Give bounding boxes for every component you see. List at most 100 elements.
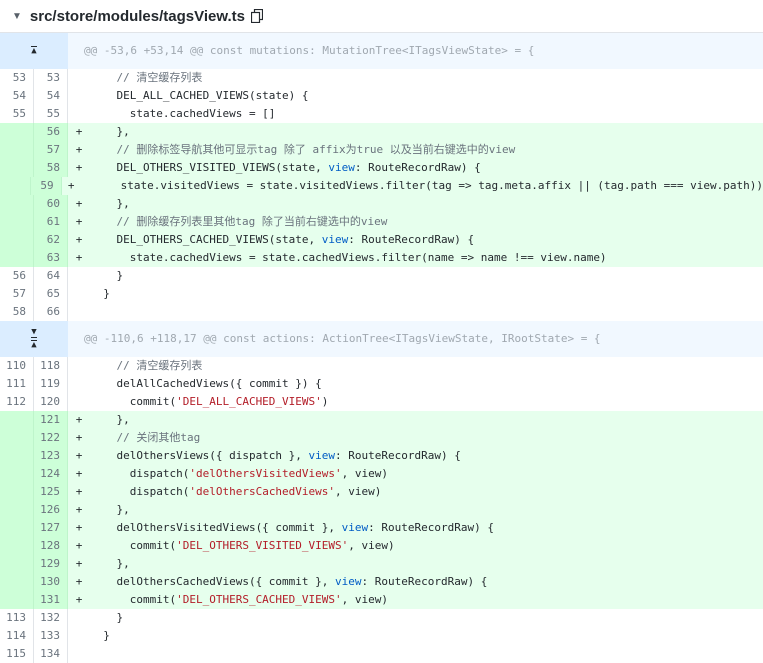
new-line-number[interactable]: 122 [34, 429, 68, 447]
code-token: // 关闭其他tag [116, 431, 201, 444]
old-line-number[interactable] [0, 231, 34, 249]
code-token: : RouteRecordRaw) { [348, 233, 475, 246]
old-line-number[interactable] [0, 249, 34, 267]
code-line: state.cachedViews = [] [90, 105, 763, 123]
new-line-number[interactable]: 124 [34, 465, 68, 483]
old-line-number[interactable]: 111 [0, 375, 34, 393]
new-line-number[interactable]: 56 [34, 123, 68, 141]
old-line-number[interactable]: 55 [0, 105, 34, 123]
caret-down-icon[interactable]: ▼ [12, 11, 22, 22]
code-line: dispatch('delOthersVisitedViews', view) [90, 465, 763, 483]
old-line-number[interactable]: 114 [0, 627, 34, 645]
old-line-number[interactable] [0, 465, 34, 483]
old-line-number[interactable] [0, 537, 34, 555]
old-line-number[interactable]: 113 [0, 609, 34, 627]
new-line-number[interactable]: 134 [34, 645, 68, 663]
new-line-number[interactable]: 128 [34, 537, 68, 555]
old-line-number[interactable] [0, 573, 34, 591]
code-token: state.cachedViews = state.cachedViews.fi… [90, 251, 607, 264]
code-token: , view) [335, 485, 382, 498]
code-token: delOthersVisitedViews({ commit }, [90, 521, 342, 534]
new-line-number[interactable]: 129 [34, 555, 68, 573]
added-line: 129 + }, [0, 555, 763, 573]
code-token: // 删除标签导航其他可显示tag 除了 affix为true 以及当前右键选中… [116, 143, 516, 156]
copy-icon[interactable] [251, 9, 263, 23]
new-line-number[interactable]: 61 [34, 213, 68, 231]
old-line-number[interactable]: 57 [0, 285, 34, 303]
new-line-number[interactable]: 119 [34, 375, 68, 393]
new-line-number[interactable]: 126 [34, 501, 68, 519]
new-line-number[interactable]: 123 [34, 447, 68, 465]
old-line-number[interactable] [0, 555, 34, 573]
old-line-number[interactable] [0, 447, 34, 465]
new-line-number[interactable]: 133 [34, 627, 68, 645]
old-line-number[interactable] [0, 123, 34, 141]
new-line-number[interactable]: 54 [34, 87, 68, 105]
new-line-number[interactable]: 127 [34, 519, 68, 537]
code-token: view [328, 161, 355, 174]
code-line: DEL_OTHERS_VISITED_VIEWS(state, view: Ro… [90, 159, 763, 177]
old-line-number[interactable] [0, 429, 34, 447]
old-line-number[interactable] [0, 195, 34, 213]
old-line-number[interactable]: 112 [0, 393, 34, 411]
new-line-number[interactable]: 118 [34, 357, 68, 375]
new-line-number[interactable]: 53 [34, 69, 68, 87]
old-line-number[interactable] [0, 483, 34, 501]
expand-down-icon[interactable]: ▼ [31, 328, 37, 338]
code-line: state.cachedViews = state.cachedViews.fi… [90, 249, 763, 267]
diff-marker: + [68, 411, 90, 429]
old-line-number[interactable] [0, 159, 34, 177]
diff-marker: + [68, 213, 90, 231]
diff-marker: + [68, 465, 90, 483]
code-token: : RouteRecordRaw) { [368, 521, 495, 534]
new-line-number[interactable]: 120 [34, 393, 68, 411]
new-line-number[interactable]: 58 [34, 159, 68, 177]
code-token: : RouteRecordRaw) { [335, 449, 461, 462]
old-line-number[interactable] [0, 501, 34, 519]
old-line-number[interactable]: 58 [0, 303, 34, 321]
code-token: }, [90, 557, 130, 570]
new-line-number[interactable]: 132 [34, 609, 68, 627]
code-token: // 清空缓存列表 [116, 359, 203, 372]
new-line-number[interactable]: 55 [34, 105, 68, 123]
old-line-number[interactable]: 53 [0, 69, 34, 87]
old-line-number[interactable] [0, 141, 34, 159]
old-line-number[interactable]: 110 [0, 357, 34, 375]
diff-marker: + [68, 123, 90, 141]
old-line-number[interactable] [0, 519, 34, 537]
new-line-number[interactable]: 130 [34, 573, 68, 591]
new-line-number[interactable]: 121 [34, 411, 68, 429]
new-line-number[interactable]: 62 [34, 231, 68, 249]
old-line-number[interactable]: 56 [0, 267, 34, 285]
new-line-number[interactable]: 65 [34, 285, 68, 303]
old-line-number[interactable] [0, 177, 31, 195]
old-line-number[interactable]: 54 [0, 87, 34, 105]
added-line: 57 + // 删除标签导航其他可显示tag 除了 affix为true 以及当前… [0, 141, 763, 159]
expand-up-icon[interactable]: ▲ [31, 340, 37, 350]
code-line: state.visitedViews = state.visitedViews.… [80, 177, 763, 195]
file-header: ▼ src/store/modules/tagsView.ts [0, 0, 763, 33]
new-line-number[interactable]: 66 [34, 303, 68, 321]
new-line-number[interactable]: 63 [34, 249, 68, 267]
file-path[interactable]: src/store/modules/tagsView.ts [30, 8, 245, 25]
expand-up-icon[interactable]: ▲ [31, 46, 37, 56]
new-line-number[interactable]: 125 [34, 483, 68, 501]
context-line: 113 132 } [0, 609, 763, 627]
old-line-number[interactable] [0, 411, 34, 429]
code-token: commit( [90, 593, 177, 606]
diff-marker: + [61, 177, 81, 195]
new-line-number[interactable]: 57 [34, 141, 68, 159]
new-line-number[interactable]: 59 [30, 177, 62, 195]
old-line-number[interactable] [0, 591, 34, 609]
old-line-number[interactable] [0, 213, 34, 231]
diff-marker [68, 87, 90, 105]
code-line: }, [90, 195, 763, 213]
new-line-number[interactable]: 60 [34, 195, 68, 213]
code-token: DEL_ALL_CACHED_VIEWS(state) { [90, 89, 309, 102]
new-line-number[interactable]: 64 [34, 267, 68, 285]
code-token: delAllCachedViews({ commit }) { [90, 377, 322, 390]
old-line-number[interactable]: 115 [0, 645, 34, 663]
new-line-number[interactable]: 131 [34, 591, 68, 609]
